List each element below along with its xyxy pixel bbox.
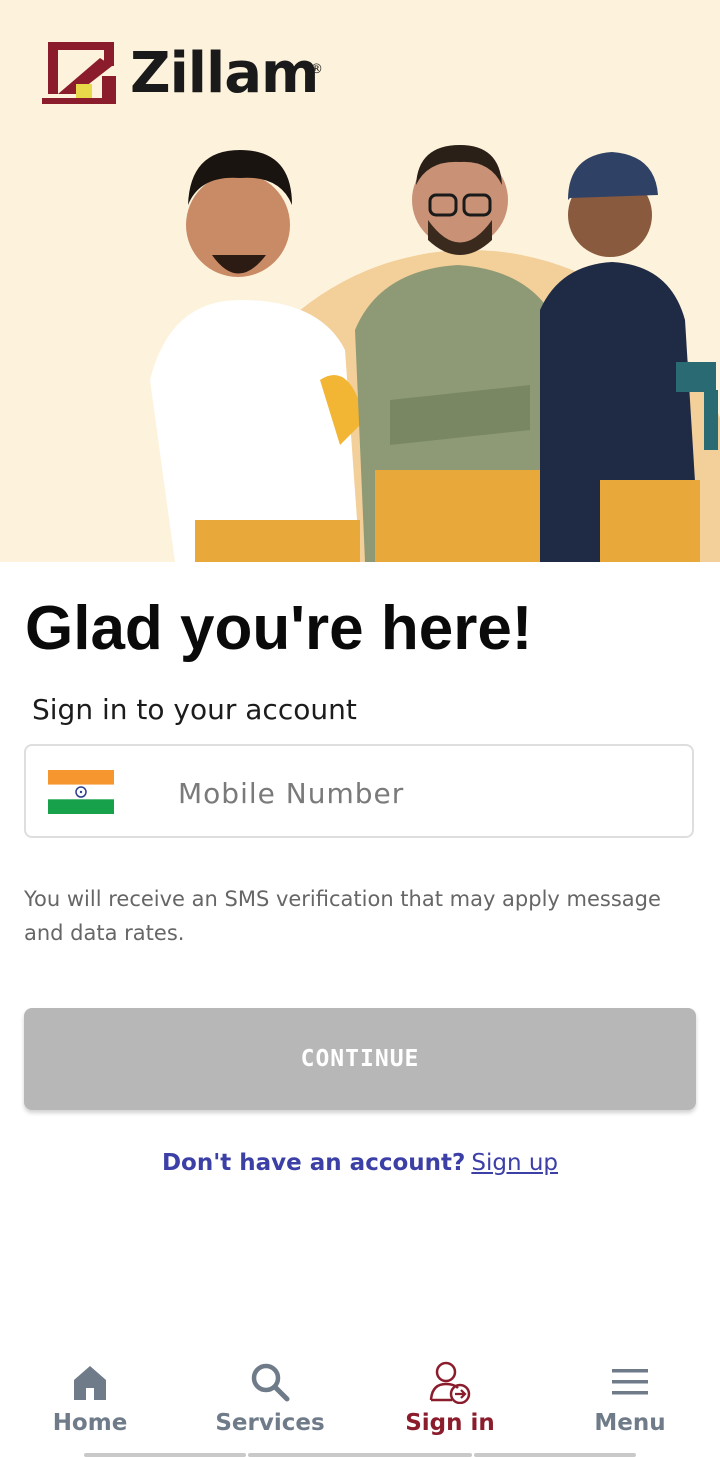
- bottom-navigation: Home Services Sign in Menu: [0, 1340, 720, 1457]
- page-title: Glad you're here!: [25, 594, 533, 663]
- nav-item-services[interactable]: Services: [180, 1360, 360, 1450]
- nav-label-menu: Menu: [594, 1410, 666, 1436]
- menu-icon: [612, 1369, 648, 1395]
- nav-label-home: Home: [52, 1410, 128, 1436]
- brand-name: Zillam: [130, 41, 319, 106]
- nav-item-menu[interactable]: Menu: [540, 1360, 720, 1450]
- signup-link[interactable]: Sign up: [471, 1150, 558, 1176]
- nav-label-signin: Sign in: [405, 1410, 495, 1436]
- nav-divider: [474, 1453, 636, 1457]
- nav-item-home[interactable]: Home: [0, 1360, 180, 1450]
- search-icon: [251, 1363, 290, 1402]
- nav-label-services: Services: [215, 1410, 325, 1436]
- worker-left-figure: [150, 150, 365, 562]
- india-flag-icon[interactable]: [48, 770, 114, 814]
- signup-question: Don't have an account?: [161, 1150, 466, 1176]
- signup-prompt-row: Don't have an account? Sign up: [0, 1150, 720, 1176]
- nav-divider: [248, 1453, 472, 1457]
- registered-mark: ®: [310, 62, 323, 77]
- sms-disclaimer: You will receive an SMS verification tha…: [24, 887, 661, 945]
- worker-right-figure: [540, 152, 718, 562]
- user-signin-icon: [429, 1361, 471, 1404]
- continue-button[interactable]: CONTINUE: [24, 1008, 696, 1110]
- mobile-number-input[interactable]: [176, 766, 660, 820]
- nav-item-signin[interactable]: Sign in: [360, 1360, 540, 1450]
- page-subtitle: Sign in to your account: [32, 693, 357, 726]
- nav-divider: [84, 1453, 246, 1457]
- hero-banner: Zillam ®: [0, 0, 720, 562]
- mobile-number-field[interactable]: [24, 744, 694, 838]
- home-icon: [74, 1366, 106, 1400]
